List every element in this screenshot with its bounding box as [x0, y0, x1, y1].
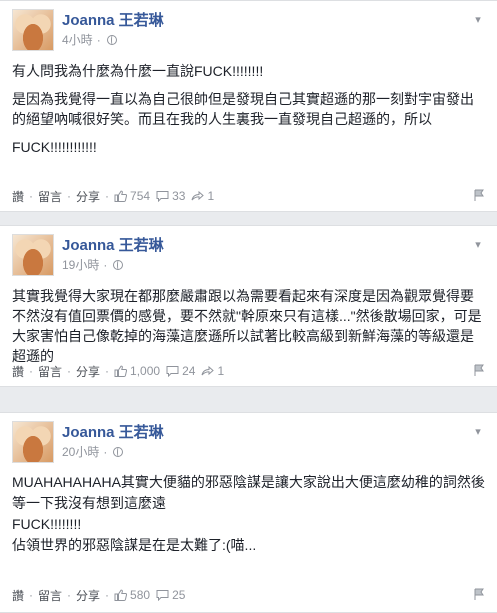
flag-icon[interactable] — [473, 588, 485, 600]
globe-icon — [106, 34, 117, 45]
likes-count[interactable]: 754 — [114, 189, 150, 203]
flag-icon[interactable] — [473, 189, 485, 201]
comment-icon — [156, 590, 169, 601]
chevron-down-icon[interactable]: ▾ — [471, 425, 485, 439]
comments-count[interactable]: 33 — [156, 189, 185, 203]
post-time[interactable]: 4小時 · — [62, 31, 117, 48]
comment-icon — [166, 366, 179, 377]
comments-value: 33 — [172, 189, 186, 203]
likes-count[interactable]: 1,000 — [114, 364, 160, 378]
comments-count[interactable]: 24 — [166, 364, 195, 378]
share-arrow-icon — [191, 190, 205, 201]
post: Joanna 王若琳 20小時 · ▾ MUAHAHAHAHA其實大便貓的邪惡陰… — [0, 412, 497, 613]
share-button[interactable]: 分享 — [76, 363, 100, 380]
author-name[interactable]: Joanna 王若琳 — [62, 9, 164, 30]
post-paragraph: FUCK!!!!!!!! — [12, 516, 82, 532]
avatar[interactable] — [12, 234, 54, 276]
share-button[interactable]: 分享 — [76, 188, 100, 205]
avatar[interactable] — [12, 421, 54, 463]
post-header: Joanna 王若琳 4小時 · ▾ — [0, 1, 497, 51]
like-button[interactable]: 讚 — [12, 188, 24, 205]
timestamp[interactable]: 4小時 — [62, 31, 93, 48]
post-time[interactable]: 20小時 · — [62, 443, 124, 460]
post-actions: 讚 · 留言 · 分享 · 1,000 24 1 — [12, 356, 485, 386]
shares-value: 1 — [217, 364, 225, 378]
post-header: Joanna 王若琳 19小時 · ▾ — [0, 226, 497, 276]
globe-icon — [113, 259, 124, 270]
author-name[interactable]: Joanna 王若琳 — [62, 421, 164, 442]
likes-count[interactable]: 580 — [114, 588, 150, 602]
comment-button[interactable]: 留言 — [38, 188, 62, 205]
comments-value: 25 — [172, 588, 186, 602]
thumbs-up-icon — [114, 190, 128, 202]
shares-count[interactable]: 1 — [191, 189, 214, 203]
post: Joanna 王若琳 19小時 · ▾ 其實我覺得大家現在都那麼嚴肅跟以為需要看… — [0, 225, 497, 387]
share-button[interactable]: 分享 — [76, 587, 100, 604]
post-actions: 讚 · 留言 · 分享 · 754 33 1 — [12, 181, 485, 211]
post-paragraph: 有人問我為什麼為什麼一直說FUCK!!!!!!!! — [12, 63, 264, 79]
post-body: MUAHAHAHAHA其實大便貓的邪惡陰謀是讓大家說出大便這麼幼稚的詞然後 等一… — [0, 459, 497, 555]
post-body: 其實我覺得大家現在都那麼嚴肅跟以為需要看起來有深度是因為觀眾覺得要不然沒有值回票… — [0, 272, 497, 366]
likes-value: 754 — [130, 189, 151, 203]
comment-button[interactable]: 留言 — [38, 587, 62, 604]
post-paragraph: MUAHAHAHAHA其實大便貓的邪惡陰謀是讓大家說出大便這麼幼稚的詞然後 — [12, 474, 485, 490]
comments-count[interactable]: 25 — [156, 588, 185, 602]
comment-icon — [156, 191, 169, 202]
chevron-down-icon[interactable]: ▾ — [471, 13, 485, 27]
avatar[interactable] — [12, 9, 54, 51]
flag-icon[interactable] — [473, 364, 485, 376]
thumbs-up-icon — [114, 365, 128, 377]
like-button[interactable]: 讚 — [12, 363, 24, 380]
post-paragraph: 等一下我沒有想到這麼遠 — [12, 495, 166, 511]
shares-count[interactable]: 1 — [201, 364, 224, 378]
post-header: Joanna 王若琳 20小時 · ▾ — [0, 413, 497, 463]
shares-value: 1 — [207, 189, 215, 203]
sep: · — [103, 257, 108, 272]
chevron-down-icon[interactable]: ▾ — [471, 238, 485, 252]
timestamp[interactable]: 20小時 — [62, 443, 99, 460]
timestamp[interactable]: 19小時 — [62, 256, 99, 273]
sep: · — [96, 32, 101, 47]
comment-button[interactable]: 留言 — [38, 363, 62, 380]
globe-icon — [113, 446, 124, 457]
post-paragraph: 佔領世界的邪惡陰謀是在是太難了:(喵... — [12, 537, 257, 553]
post-body: 有人問我為什麼為什麼一直說FUCK!!!!!!!! 是因為我覺得一直以為自己很帥… — [0, 47, 497, 157]
thumbs-up-icon — [114, 589, 128, 601]
post-actions: 讚 · 留言 · 分享 · 580 25 — [12, 580, 485, 610]
likes-value: 580 — [130, 588, 151, 602]
likes-value: 1,000 — [130, 364, 161, 378]
post-paragraph: FUCK!!!!!!!!!!!! — [12, 139, 97, 155]
post-time[interactable]: 19小時 · — [62, 256, 124, 273]
comments-value: 24 — [182, 364, 196, 378]
post-paragraph: 是因為我覺得一直以為自己很帥但是發現自己其實超遜的那一刻對宇宙發出的絕望吶喊很好… — [12, 91, 474, 127]
post: Joanna 王若琳 4小時 · ▾ 有人問我為什麼為什麼一直說FUCK!!!!… — [0, 0, 497, 212]
like-button[interactable]: 讚 — [12, 587, 24, 604]
post-paragraph: 其實我覺得大家現在都那麼嚴肅跟以為需要看起來有深度是因為觀眾覺得要不然沒有值回票… — [12, 288, 482, 364]
sep: · — [103, 444, 108, 459]
author-name[interactable]: Joanna 王若琳 — [62, 234, 164, 255]
share-arrow-icon — [201, 365, 215, 376]
